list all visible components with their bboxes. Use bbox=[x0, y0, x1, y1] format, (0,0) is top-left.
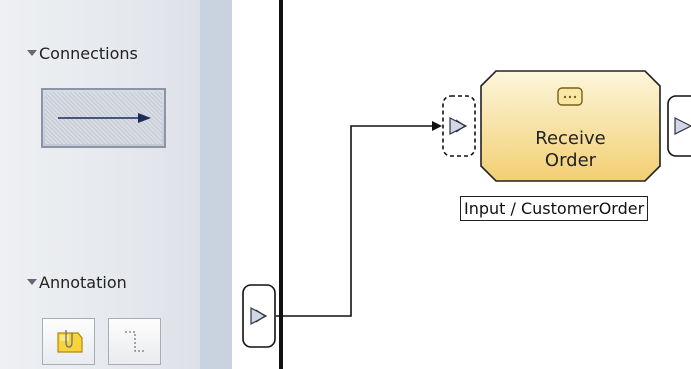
palette: Connections Annotation bbox=[0, 0, 232, 369]
process-input-port[interactable] bbox=[242, 284, 276, 348]
process-canvas[interactable]: Receive Order Input / CustomerOrder bbox=[232, 0, 691, 369]
collapse-triangle-icon bbox=[27, 278, 37, 285]
collapse-triangle-icon bbox=[27, 49, 37, 56]
canvas-graphics bbox=[242, 0, 691, 369]
connection-tool-button[interactable] bbox=[41, 88, 166, 148]
annotation-section-header[interactable]: Annotation bbox=[27, 273, 127, 292]
task-input-port[interactable] bbox=[442, 95, 476, 157]
note-tool-button[interactable] bbox=[42, 318, 95, 365]
input-data-label[interactable]: Input / CustomerOrder bbox=[460, 196, 649, 221]
receive-message-icon bbox=[557, 87, 583, 106]
connection-arrow-icon bbox=[57, 113, 151, 123]
connections-section-label: Connections bbox=[39, 44, 138, 63]
association-tool-button[interactable] bbox=[108, 318, 161, 365]
connections-section-header[interactable]: Connections bbox=[27, 44, 138, 63]
connection-line[interactable] bbox=[276, 125, 436, 317]
association-icon bbox=[124, 331, 145, 351]
receive-order-task[interactable]: Receive Order bbox=[480, 70, 661, 182]
connection-arrowhead bbox=[432, 121, 442, 131]
annotation-section-label: Annotation bbox=[39, 273, 127, 292]
note-icon bbox=[56, 329, 83, 353]
task-shape bbox=[480, 70, 661, 182]
task-output-port[interactable] bbox=[667, 95, 691, 157]
palette-drawer: Connections Annotation bbox=[0, 0, 200, 369]
